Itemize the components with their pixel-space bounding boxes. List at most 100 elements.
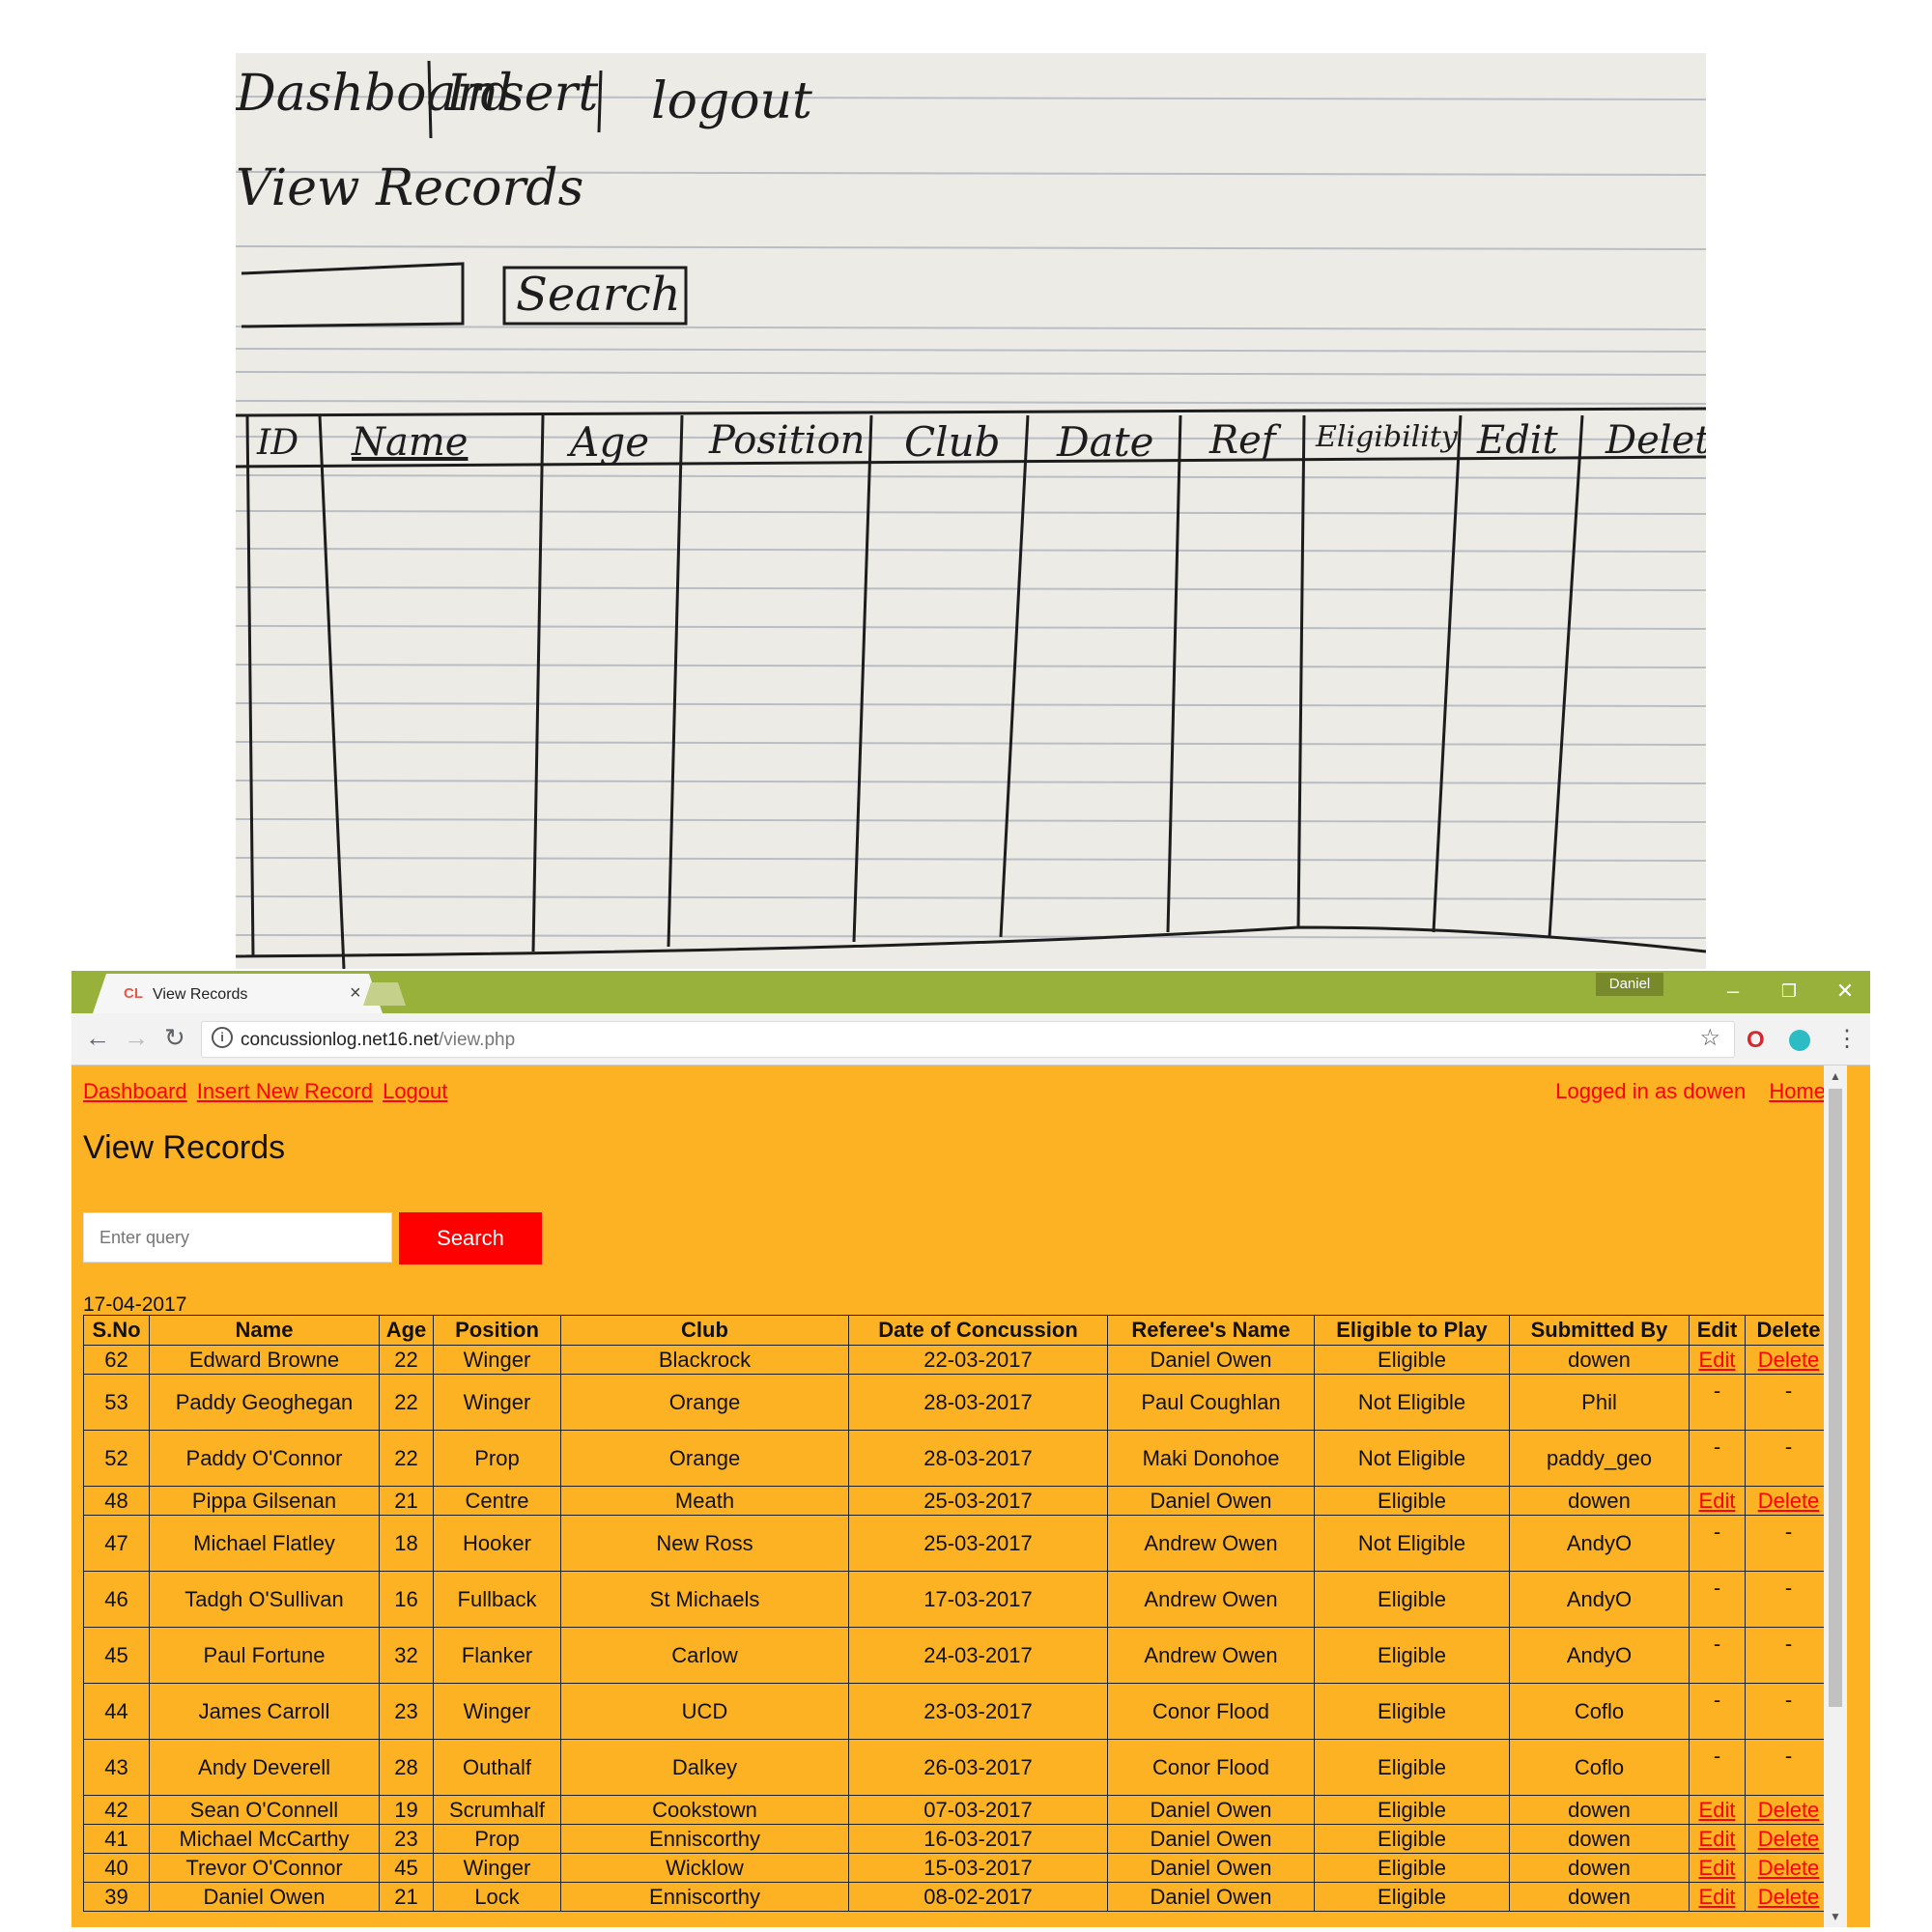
cell-submitted-by: Coflo bbox=[1509, 1683, 1690, 1740]
delete-link[interactable]: Delete bbox=[1758, 1348, 1820, 1372]
cell-sno: 43 bbox=[83, 1739, 150, 1796]
cell-referee: Daniel Owen bbox=[1107, 1824, 1315, 1854]
cell-submitted-by: dowen bbox=[1509, 1882, 1690, 1912]
delete-link[interactable]: Delete bbox=[1758, 1885, 1820, 1909]
delete-link[interactable]: Delete bbox=[1758, 1827, 1820, 1851]
logout-link[interactable]: Logout bbox=[383, 1079, 447, 1103]
cell-club: St Michaels bbox=[560, 1571, 849, 1628]
cell-position: Lock bbox=[433, 1882, 561, 1912]
cell-date: 25-03-2017 bbox=[848, 1515, 1108, 1572]
cell-referee: Daniel Owen bbox=[1107, 1853, 1315, 1883]
cell-submitted-by: AndyO bbox=[1509, 1571, 1690, 1628]
cell-name: Michael Flatley bbox=[149, 1515, 380, 1572]
cell-sno: 39 bbox=[83, 1882, 150, 1912]
cell-position: Winger bbox=[433, 1853, 561, 1883]
cell-referee: Daniel Owen bbox=[1107, 1795, 1315, 1825]
tab-view-records[interactable]: CL View Records × bbox=[93, 974, 383, 1013]
delete-link[interactable]: Delete bbox=[1758, 1856, 1820, 1880]
col-header-eligible: Eligible to Play bbox=[1314, 1315, 1510, 1346]
cell-submitted-by: dowen bbox=[1509, 1345, 1690, 1375]
edit-link[interactable]: Edit bbox=[1699, 1489, 1736, 1513]
cell-club: Enniscorthy bbox=[560, 1824, 849, 1854]
col-header-date: Date of Concussion bbox=[848, 1315, 1108, 1346]
sketch-search-button: Search bbox=[516, 268, 681, 322]
cell-age: 22 bbox=[379, 1345, 434, 1375]
address-bar[interactable]: i concussionlog.net16.net/view.php ☆ bbox=[201, 1021, 1735, 1058]
search-button[interactable]: Search bbox=[399, 1212, 542, 1264]
report-date: 17-04-2017 bbox=[83, 1293, 187, 1316]
sketch-title: View Records bbox=[236, 159, 584, 217]
scroll-thumb[interactable] bbox=[1829, 1089, 1842, 1707]
edit-link[interactable]: Edit bbox=[1699, 1885, 1736, 1909]
cell-name: Sean O'Connell bbox=[149, 1795, 380, 1825]
table-row: 40 Trevor O'Connor 45 Winger Wicklow 15-03-20… bbox=[83, 1853, 1833, 1883]
cell-age: 18 bbox=[379, 1515, 434, 1572]
cell-date: 22-03-2017 bbox=[848, 1345, 1108, 1375]
col-header-delete: Delete bbox=[1745, 1315, 1833, 1346]
table-row: 53 Paddy Geoghegan 22 Winger Orange 28-03-201… bbox=[83, 1374, 1833, 1431]
cell-submitted-by: AndyO bbox=[1509, 1515, 1690, 1572]
edit-link[interactable]: Edit bbox=[1699, 1798, 1736, 1822]
cell-eligible: Eligible bbox=[1314, 1739, 1510, 1796]
cell-date: 16-03-2017 bbox=[848, 1824, 1108, 1854]
col-header-edit: Edit bbox=[1689, 1315, 1746, 1346]
cell-referee: Daniel Owen bbox=[1107, 1486, 1315, 1516]
cell-delete: Delete bbox=[1745, 1853, 1833, 1883]
cell-sno: 52 bbox=[83, 1430, 150, 1487]
records-table: S.No Name Age Position Club Date of Conc… bbox=[83, 1315, 1833, 1912]
cell-referee: Andrew Owen bbox=[1107, 1515, 1315, 1572]
reload-icon[interactable]: ↻ bbox=[164, 1023, 185, 1053]
menu-dots-icon[interactable]: ⋮ bbox=[1835, 1025, 1859, 1053]
close-window-icon[interactable]: ✕ bbox=[1826, 979, 1864, 1004]
scrollbar[interactable]: ▲ ▼ bbox=[1824, 1065, 1847, 1927]
table-row: 46 Tadgh O'Sullivan 16 Fullback St Michaels 1… bbox=[83, 1571, 1833, 1628]
forward-arrow-icon[interactable]: → bbox=[124, 1023, 149, 1053]
minimize-icon[interactable]: – bbox=[1714, 979, 1752, 1004]
sketch-col-eligibility: Eligibility bbox=[1316, 420, 1458, 454]
cell-name: Paddy O'Connor bbox=[149, 1430, 380, 1487]
sketch-nav-logout: logout bbox=[651, 72, 812, 130]
cell-delete: Delete bbox=[1745, 1486, 1833, 1516]
sketch-col-ref: Ref bbox=[1209, 418, 1276, 463]
restore-icon[interactable]: ❐ bbox=[1770, 981, 1808, 1002]
cell-eligible: Eligible bbox=[1314, 1627, 1510, 1684]
extension-icon[interactable]: O bbox=[1747, 1027, 1765, 1054]
table-row: 42 Sean O'Connell 19 Scrumhalf Cookstown 07-0… bbox=[83, 1795, 1833, 1825]
cell-delete: - bbox=[1745, 1683, 1833, 1740]
cell-referee: Paul Coughlan bbox=[1107, 1374, 1315, 1431]
col-header-position: Position bbox=[433, 1315, 561, 1346]
cell-referee: Daniel Owen bbox=[1107, 1345, 1315, 1375]
close-tab-icon[interactable]: × bbox=[350, 982, 361, 1005]
cell-club: Meath bbox=[560, 1486, 849, 1516]
cell-eligible: Not Eligible bbox=[1314, 1515, 1510, 1572]
edit-link[interactable]: Edit bbox=[1699, 1348, 1736, 1372]
star-icon[interactable]: ☆ bbox=[1699, 1024, 1720, 1052]
cell-date: 23-03-2017 bbox=[848, 1683, 1108, 1740]
extension-icon[interactable] bbox=[1789, 1030, 1810, 1051]
cell-delete: - bbox=[1745, 1430, 1833, 1487]
delete-link[interactable]: Delete bbox=[1758, 1798, 1820, 1822]
title-bar: CL View Records × Daniel – ❐ ✕ bbox=[71, 971, 1870, 1013]
edit-link[interactable]: Edit bbox=[1699, 1856, 1736, 1880]
back-arrow-icon[interactable]: ← bbox=[85, 1023, 110, 1053]
cell-edit: - bbox=[1689, 1739, 1746, 1796]
table-row: 47 Michael Flatley 18 Hooker New Ross 25-03-2… bbox=[83, 1515, 1833, 1572]
cell-club: Carlow bbox=[560, 1627, 849, 1684]
dashboard-link[interactable]: Dashboard bbox=[83, 1079, 187, 1103]
edit-link[interactable]: Edit bbox=[1699, 1827, 1736, 1851]
insert-new-record-link[interactable]: Insert New Record bbox=[197, 1079, 373, 1103]
col-header-submitted-by: Submitted By bbox=[1509, 1315, 1690, 1346]
search-input[interactable] bbox=[83, 1212, 392, 1263]
cell-position: Winger bbox=[433, 1683, 561, 1740]
delete-link[interactable]: Delete bbox=[1758, 1489, 1820, 1513]
cell-eligible: Eligible bbox=[1314, 1486, 1510, 1516]
info-icon[interactable]: i bbox=[212, 1027, 233, 1048]
table-row: 52 Paddy O'Connor 22 Prop Orange 28-03-2017 Ma… bbox=[83, 1430, 1833, 1487]
cell-position: Outhalf bbox=[433, 1739, 561, 1796]
scroll-down-icon[interactable]: ▼ bbox=[1830, 1910, 1841, 1923]
favicon-icon: CL bbox=[124, 985, 143, 1002]
scroll-up-icon[interactable]: ▲ bbox=[1830, 1069, 1841, 1083]
profile-chip[interactable]: Daniel bbox=[1596, 973, 1663, 996]
browser-window: CL View Records × Daniel – ❐ ✕ ← → ↻ i c… bbox=[71, 971, 1870, 1927]
home-link[interactable]: Home bbox=[1769, 1079, 1826, 1103]
